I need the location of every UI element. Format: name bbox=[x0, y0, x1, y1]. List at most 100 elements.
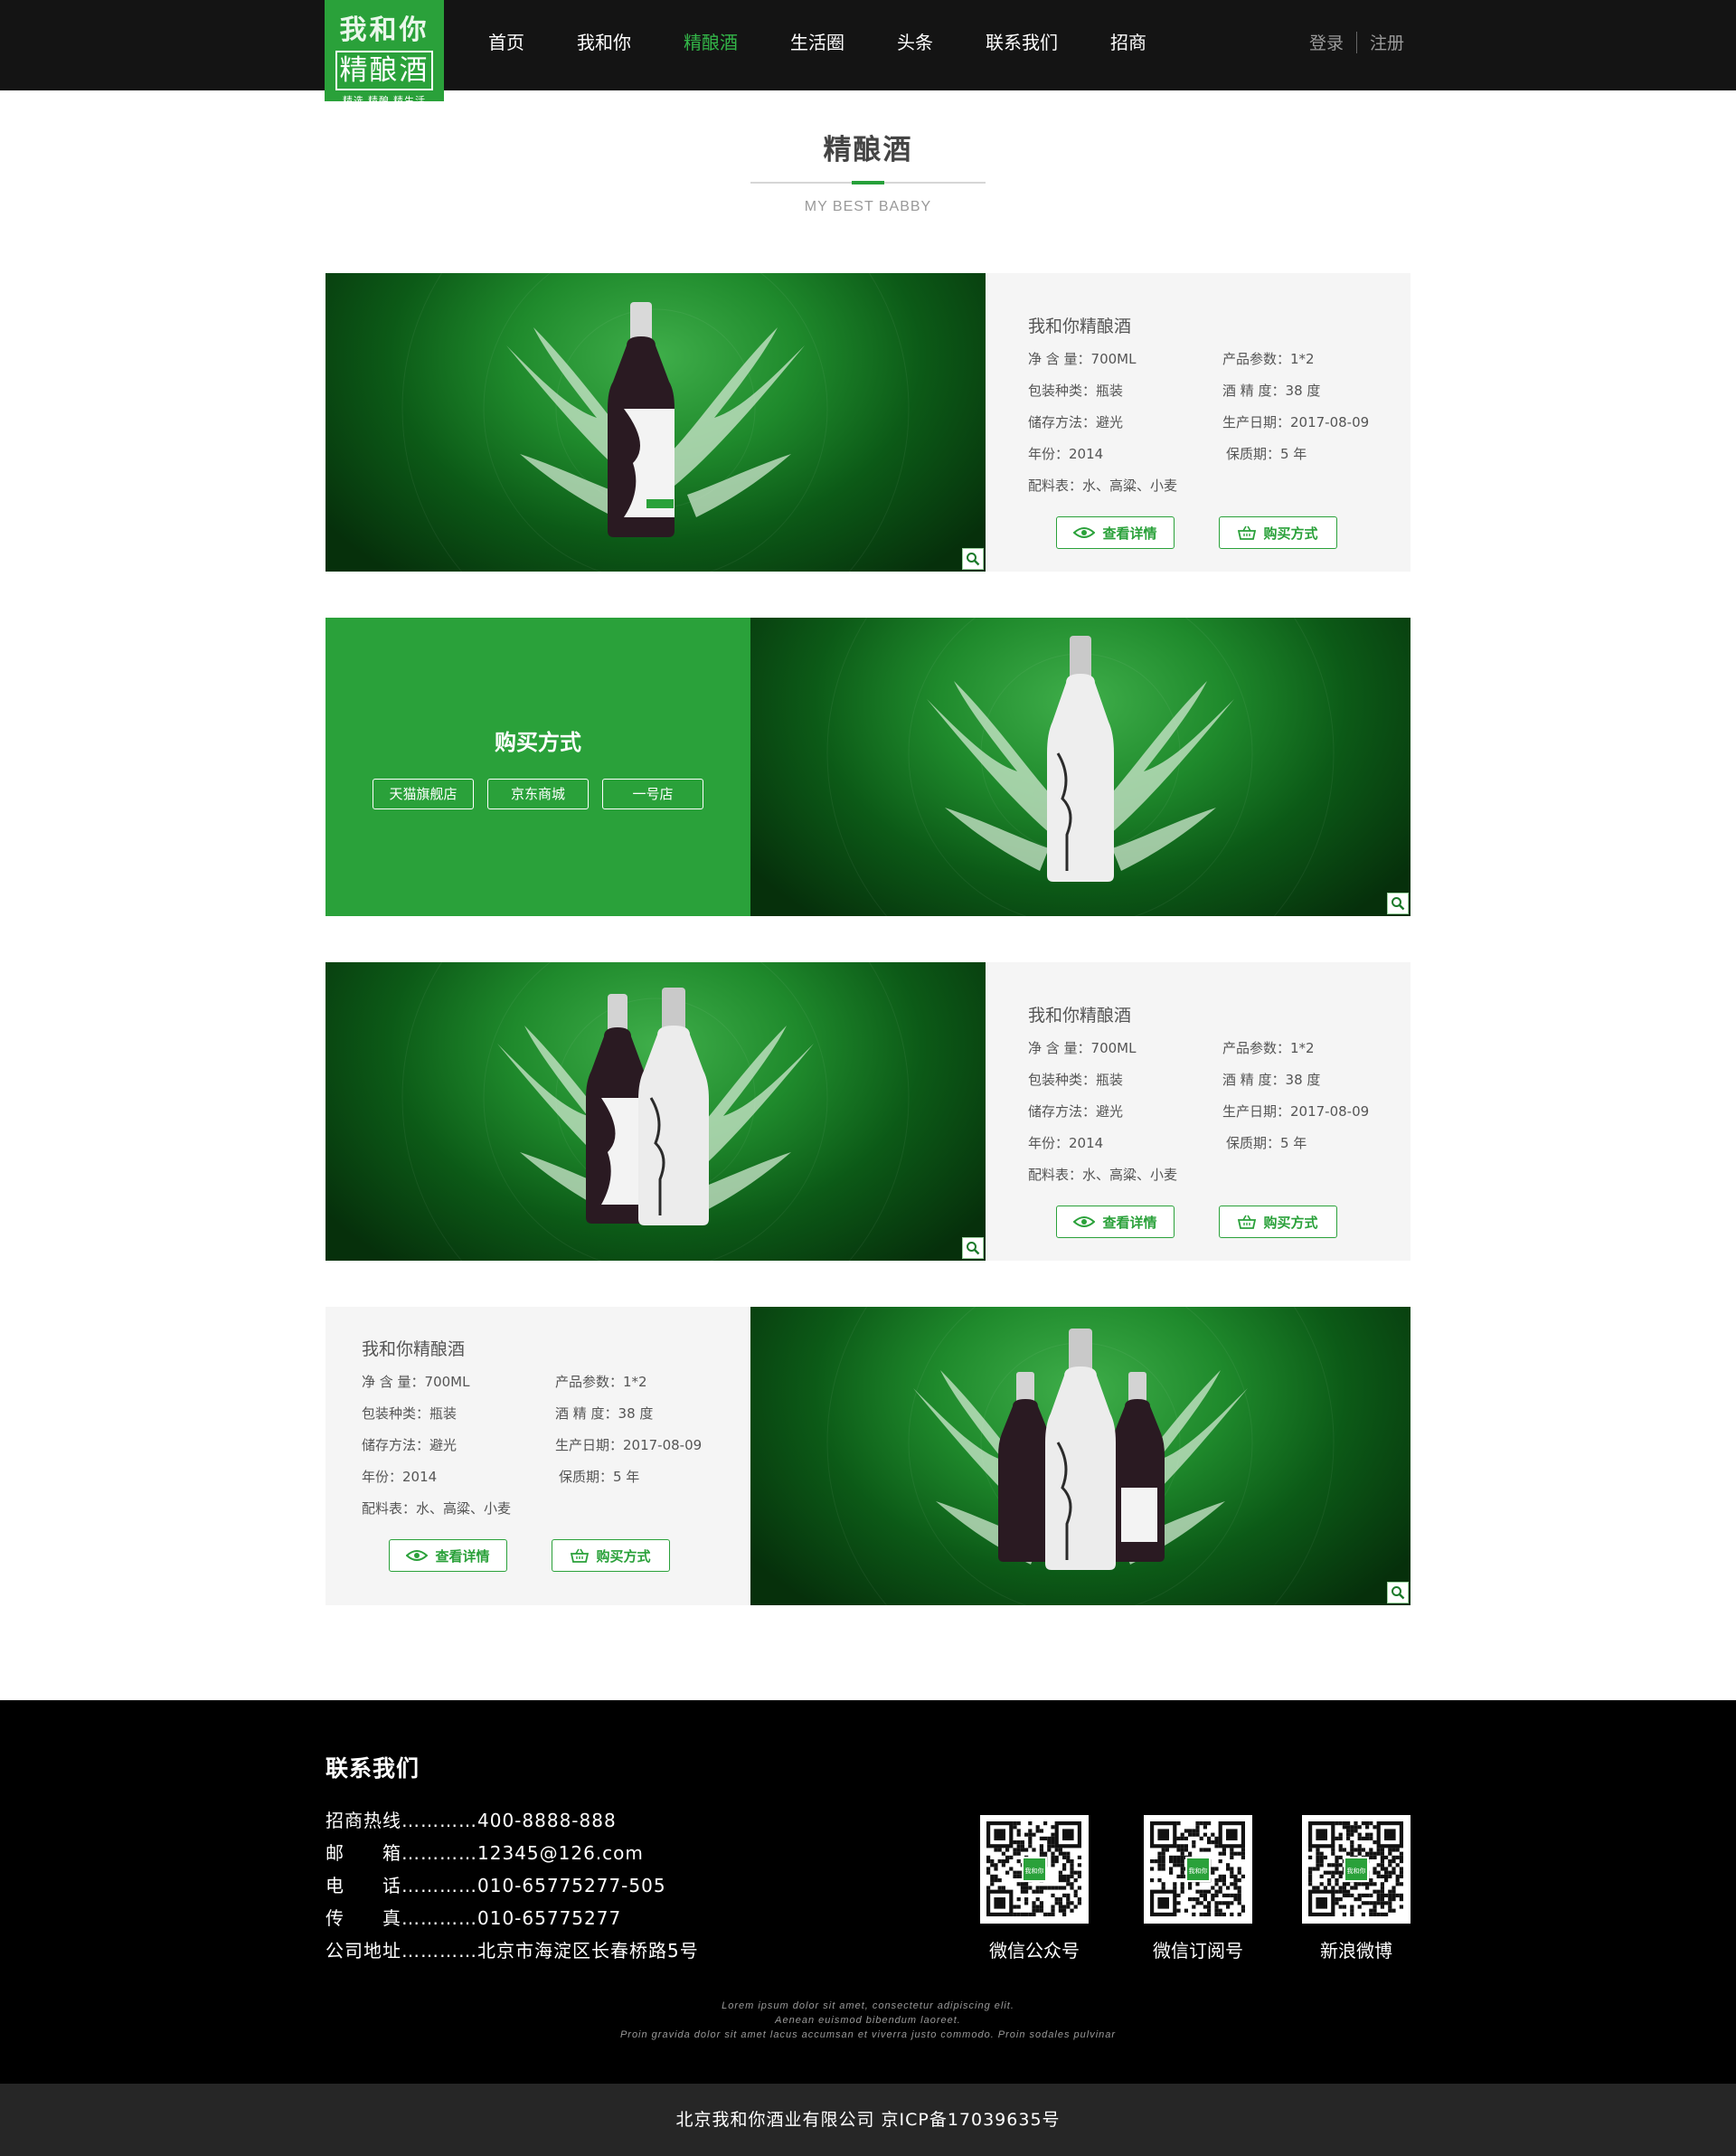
store-tmall-button[interactable]: 天猫旗舰店 bbox=[373, 779, 474, 809]
divider bbox=[1356, 31, 1358, 53]
product-photo[interactable] bbox=[750, 1307, 1410, 1605]
spec-params: 产品参数：1*2 bbox=[555, 1374, 647, 1390]
spec-storage: 储存方法：避光 bbox=[1028, 414, 1124, 430]
spec-date: 生产日期：2017-08-09 bbox=[555, 1437, 703, 1453]
contact-email[interactable]: 邮 箱…………12345@126.com bbox=[326, 1839, 644, 1865]
logo-line2: 精酿酒 bbox=[335, 51, 433, 90]
bottle-splash-image bbox=[401, 962, 910, 1261]
contact-phone: 电 话…………010-65775277-505 bbox=[326, 1875, 666, 1896]
buy-options-panel: 购买方式 天猫旗舰店 京东商城 一号店 bbox=[326, 618, 750, 916]
spec-shelf-life: 保质期：5 年 bbox=[1226, 1135, 1307, 1151]
store-yhd-button[interactable]: 一号店 bbox=[602, 779, 703, 809]
spec-shelf-life: 保质期：5 年 bbox=[559, 1469, 640, 1485]
contact-fax: 传 真…………010-65775277 bbox=[326, 1907, 622, 1929]
logo-line1: 我和你 bbox=[339, 14, 429, 46]
spec-volume: 净 含 量：700ML bbox=[1028, 1040, 1137, 1056]
contact-hotline: 招商热线…………400-8888-888 bbox=[326, 1810, 617, 1831]
basket-icon bbox=[1238, 525, 1257, 540]
footer: 联系我们 招商热线…………400-8888-888 邮 箱…………12345@1… bbox=[0, 1700, 1736, 2084]
qr-wechat-subscription[interactable]: 我和你 微信订阅号 bbox=[1144, 1815, 1252, 1962]
qr-code-image: 我和你 bbox=[1144, 1815, 1252, 1924]
qr-badge-label: 我和你 bbox=[1189, 1867, 1208, 1875]
nav-item-craft-beer[interactable]: 精酿酒 bbox=[684, 0, 738, 85]
bottle-splash-image bbox=[826, 1307, 1335, 1605]
page-subtitle: MY BEST BABBY bbox=[804, 199, 932, 214]
spec-abv: 酒 精 度：38 度 bbox=[1222, 1072, 1321, 1088]
spec-ingredients: 配料表：水、高粱、小麦 bbox=[362, 1500, 512, 1517]
buy-options-button[interactable]: 购买方式 bbox=[552, 1539, 670, 1572]
title-divider bbox=[750, 181, 986, 184]
qr-caption: 新浪微博 bbox=[1320, 1940, 1392, 1962]
footer-title: 联系我们 bbox=[326, 1755, 420, 1782]
product-photo[interactable] bbox=[326, 273, 986, 572]
qr-pattern: 我和你 bbox=[986, 1821, 1081, 1916]
spec-package: 包装种类：瓶装 bbox=[1028, 383, 1124, 399]
buy-row: 购买方式 天猫旗舰店 京东商城 一号店 bbox=[326, 618, 1410, 916]
spec-abv: 酒 精 度：38 度 bbox=[555, 1405, 654, 1422]
nav-item-news[interactable]: 头条 bbox=[897, 0, 933, 85]
buy-options-button[interactable]: 购买方式 bbox=[1219, 1206, 1337, 1238]
product-photo[interactable] bbox=[750, 618, 1410, 916]
spec-ingredients: 配料表：水、高粱、小麦 bbox=[1028, 478, 1178, 494]
register-link[interactable]: 注册 bbox=[1370, 30, 1404, 54]
zoom-icon[interactable] bbox=[1387, 893, 1409, 914]
section-header: 精酿酒 MY BEST BABBY bbox=[0, 127, 1736, 215]
eye-icon bbox=[1073, 1216, 1096, 1227]
nav-item-about[interactable]: 我和你 bbox=[577, 0, 631, 85]
product-info-panel: 我和你精酿酒 净 含 量：700ML 产品参数：1*2 包装种类：瓶装 酒 精 … bbox=[326, 1307, 750, 1605]
qr-wechat-official[interactable]: 我和你 微信公众号 bbox=[980, 1815, 1089, 1962]
page-title: 精酿酒 bbox=[823, 134, 913, 166]
login-link[interactable]: 登录 bbox=[1309, 30, 1344, 54]
spec-date: 生产日期：2017-08-09 bbox=[1222, 1103, 1370, 1120]
qr-weibo[interactable]: 我和你 新浪微博 bbox=[1302, 1815, 1410, 1962]
product-info-panel: 我和你精酿酒 净 含 量：700ML 产品参数：1*2 包装种类：瓶装 酒 精 … bbox=[986, 962, 1410, 1261]
view-details-button[interactable]: 查看详情 bbox=[1056, 516, 1175, 549]
spec-volume: 净 含 量：700ML bbox=[1028, 351, 1137, 367]
view-details-button[interactable]: 查看详情 bbox=[389, 1539, 507, 1572]
product-name: 我和你精酿酒 bbox=[362, 1339, 466, 1359]
bottle-splash-image bbox=[826, 618, 1335, 916]
store-jd-button[interactable]: 京东商城 bbox=[487, 779, 589, 809]
footer-lorem: Lorem ipsum dolor sit amet, consectetur … bbox=[619, 2000, 1117, 2040]
brand-logo[interactable]: 我和你 精酿酒 精选.精酿.精生活 bbox=[325, 0, 444, 107]
spec-volume: 净 含 量：700ML bbox=[362, 1374, 470, 1390]
top-nav: 我和你 精酿酒 精选.精酿.精生活 首页 我和你 精酿酒 生活圈 头条 联系我们… bbox=[0, 0, 1736, 107]
spec-storage: 储存方法：避光 bbox=[1028, 1103, 1124, 1120]
basket-icon bbox=[571, 1548, 590, 1563]
zoom-icon[interactable] bbox=[962, 548, 984, 570]
spec-year: 年份：2014 bbox=[362, 1469, 438, 1485]
spec-params: 产品参数：1*2 bbox=[1222, 1040, 1315, 1056]
main-menu: 首页 我和你 精酿酒 生活圈 头条 联系我们 招商 bbox=[488, 0, 1199, 85]
bottle-splash-image bbox=[401, 273, 910, 572]
qr-pattern: 我和你 bbox=[1308, 1821, 1403, 1916]
eye-icon bbox=[1073, 527, 1096, 538]
spec-params: 产品参数：1*2 bbox=[1222, 351, 1315, 367]
product-row-4: 我和你精酿酒 净 含 量：700ML 产品参数：1*2 包装种类：瓶装 酒 精 … bbox=[326, 1307, 1410, 1605]
nav-item-home[interactable]: 首页 bbox=[488, 0, 524, 85]
nav-item-invest[interactable]: 招商 bbox=[1110, 0, 1146, 85]
spec-abv: 酒 精 度：38 度 bbox=[1222, 383, 1321, 399]
product-photo[interactable] bbox=[326, 962, 986, 1261]
product-row-3: 我和你精酿酒 净 含 量：700ML 产品参数：1*2 包装种类：瓶装 酒 精 … bbox=[326, 962, 1410, 1261]
zoom-icon[interactable] bbox=[962, 1237, 984, 1259]
basket-icon bbox=[1238, 1215, 1257, 1229]
spec-year: 年份：2014 bbox=[1028, 446, 1104, 462]
qr-code-image: 我和你 bbox=[980, 1815, 1089, 1924]
nav-item-life[interactable]: 生活圈 bbox=[790, 0, 844, 85]
spec-year: 年份：2014 bbox=[1028, 1135, 1104, 1151]
qr-badge-label: 我和你 bbox=[1347, 1867, 1366, 1875]
qr-caption: 微信公众号 bbox=[989, 1940, 1080, 1962]
nav-item-contact[interactable]: 联系我们 bbox=[986, 0, 1058, 85]
buy-options-button[interactable]: 购买方式 bbox=[1219, 516, 1337, 549]
qr-caption: 微信订阅号 bbox=[1153, 1940, 1243, 1962]
spec-storage: 储存方法：避光 bbox=[362, 1437, 458, 1453]
spec-ingredients: 配料表：水、高粱、小麦 bbox=[1028, 1167, 1178, 1183]
buy-title: 购买方式 bbox=[495, 730, 581, 755]
copyright-bar: 北京我和你酒业有限公司 京ICP备17039635号 bbox=[0, 2084, 1736, 2156]
account-links: 登录 注册 bbox=[1309, 30, 1404, 54]
view-details-button[interactable]: 查看详情 bbox=[1056, 1206, 1175, 1238]
zoom-icon[interactable] bbox=[1387, 1582, 1409, 1603]
product-name: 我和你精酿酒 bbox=[1028, 1006, 1132, 1026]
spec-date: 生产日期：2017-08-09 bbox=[1222, 414, 1370, 430]
qr-badge-label: 我和你 bbox=[1025, 1867, 1044, 1875]
